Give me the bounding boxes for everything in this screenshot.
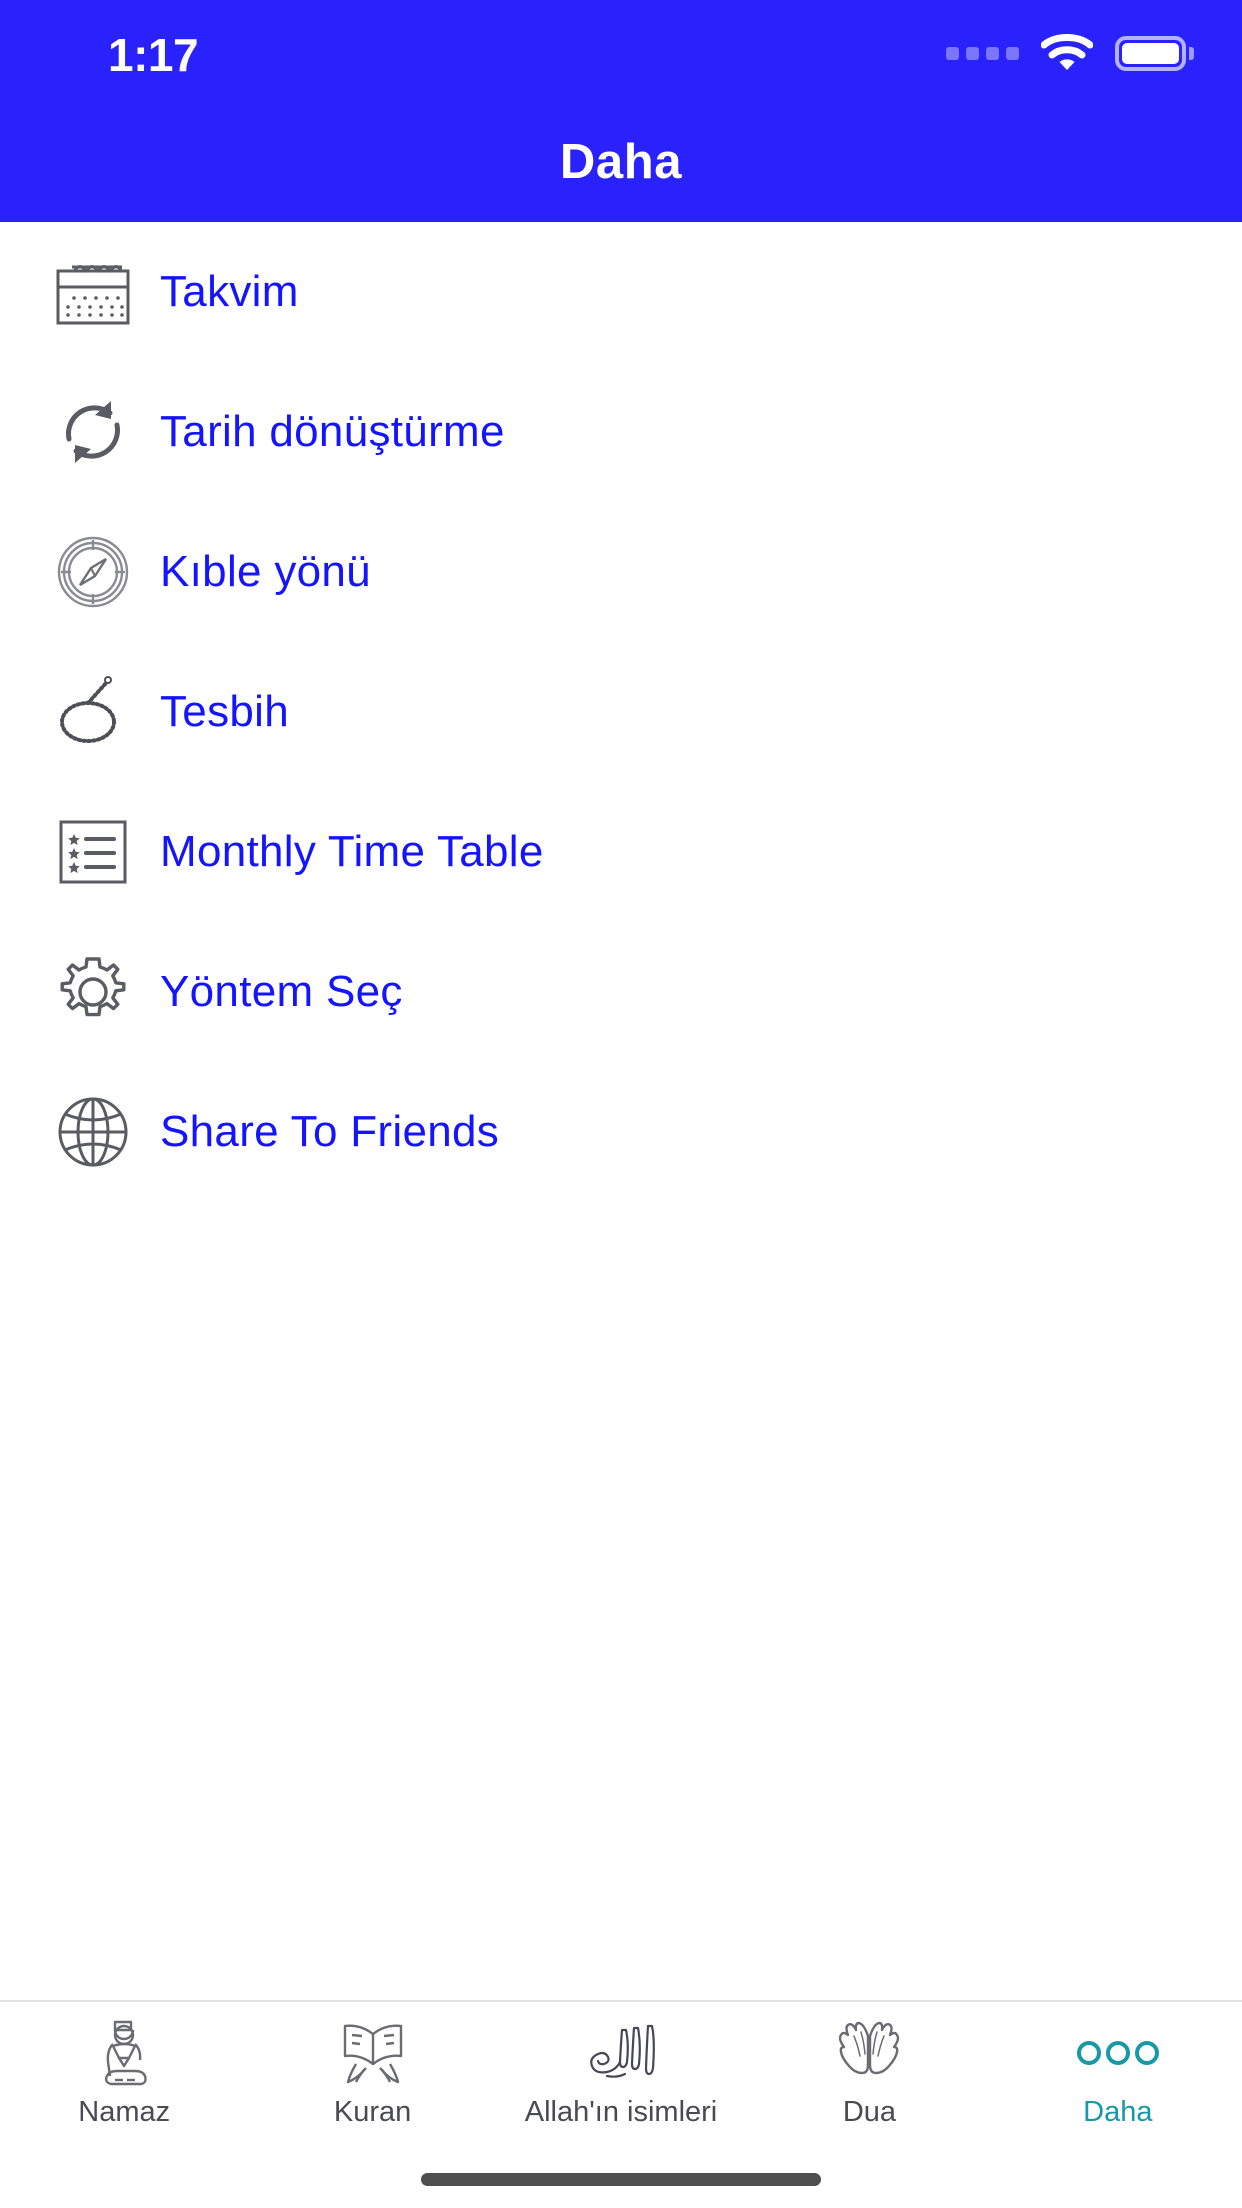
more-menu-list: Takvim Tarih dönüştürme Kıble yönü Tesbi… — [0, 222, 1242, 1202]
menu-item-share-to-friends[interactable]: Share To Friends — [0, 1062, 1242, 1202]
menu-item-label: Share To Friends — [160, 1107, 500, 1156]
menu-item-yontem-sec[interactable]: Yöntem Seç — [0, 922, 1242, 1062]
praying-person-icon — [93, 2016, 155, 2090]
signal-dots-icon — [946, 46, 1019, 60]
battery-full-icon — [1115, 35, 1194, 71]
three-circles-more-icon — [1075, 2016, 1161, 2090]
compass-icon — [52, 531, 134, 613]
menu-item-takvim[interactable]: Takvim — [0, 222, 1242, 362]
menu-item-label: Tesbih — [160, 687, 289, 736]
open-quran-book-icon — [336, 2016, 410, 2090]
wifi-icon — [1041, 34, 1093, 70]
tab-kuran[interactable]: Kuran — [248, 2002, 496, 2152]
refresh-convert-icon — [52, 391, 134, 473]
tab-label: Kuran — [333, 2096, 412, 2128]
menu-item-tesbih[interactable]: Tesbih — [0, 642, 1242, 782]
menu-item-label: Yöntem Seç — [160, 967, 403, 1016]
app-screen: 1:17 Daha Takvim Tarih dönüştürme Kıble … — [0, 0, 1242, 2208]
menu-item-label: Monthly Time Table — [160, 827, 544, 876]
allah-calligraphy-icon — [578, 2016, 664, 2090]
status-bar-time: 1:17 — [108, 29, 199, 81]
app-header: 1:17 Daha — [0, 0, 1242, 222]
tab-allahin-isimleri[interactable]: Allah'ın isimleri — [497, 2002, 745, 2152]
menu-item-label: Tarih dönüştürme — [160, 407, 505, 456]
page-title: Daha — [559, 135, 683, 189]
tab-label: Namaz — [78, 2096, 171, 2128]
star-list-icon — [52, 811, 134, 893]
tab-label: Dua — [842, 2096, 897, 2128]
menu-item-label: Kıble yönü — [160, 547, 371, 596]
bottom-tab-bar: Namaz Kuran Allah'ın isimleri Dua Daha — [0, 2000, 1242, 2208]
menu-item-label: Takvim — [160, 267, 299, 316]
gear-icon — [52, 951, 134, 1033]
tab-list: Namaz Kuran Allah'ın isimleri Dua Daha — [0, 2002, 1242, 2152]
globe-icon — [52, 1091, 134, 1173]
home-indicator — [421, 2173, 821, 2186]
menu-item-tarih-donusturme[interactable]: Tarih dönüştürme — [0, 362, 1242, 502]
menu-item-monthly-time-table[interactable]: Monthly Time Table — [0, 782, 1242, 922]
status-bar: 1:17 — [0, 0, 1242, 96]
tab-namaz[interactable]: Namaz — [0, 2002, 248, 2152]
status-bar-indicators — [946, 34, 1194, 72]
menu-item-kible-yonu[interactable]: Kıble yönü — [0, 502, 1242, 642]
calendar-icon — [52, 251, 134, 333]
tab-dua[interactable]: Dua — [745, 2002, 993, 2152]
tab-daha[interactable]: Daha — [994, 2002, 1242, 2152]
tab-label: Daha — [1083, 2096, 1153, 2128]
tab-label: Allah'ın isimleri — [524, 2096, 718, 2128]
praying-hands-icon — [831, 2016, 907, 2090]
prayer-beads-icon — [52, 671, 134, 753]
